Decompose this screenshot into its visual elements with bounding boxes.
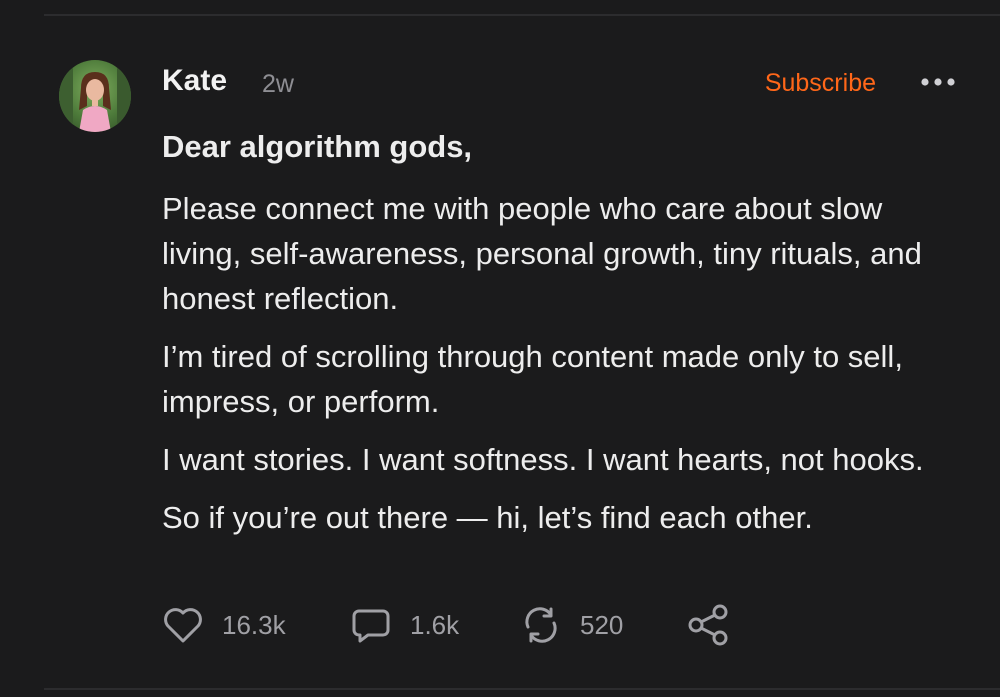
post-header: Kate 2w Subscribe <box>162 62 956 106</box>
post-paragraph: So if you’re out there — hi, let’s find … <box>162 500 813 535</box>
share-button[interactable] <box>687 603 731 647</box>
post-paragraph: I’m tired of scrolling through content m… <box>162 339 903 419</box>
share-icon <box>688 604 728 646</box>
comment-button[interactable]: 1.6k <box>350 603 459 647</box>
avatar[interactable] <box>59 60 131 132</box>
post-body: Dear algorithm gods, Please connect me w… <box>162 124 962 553</box>
more-icon[interactable] <box>920 74 956 90</box>
like-count: 16.3k <box>222 609 286 640</box>
comment-count: 1.6k <box>410 609 460 640</box>
post-paragraph: I want stories. I want softness. I want … <box>162 442 924 477</box>
author-name[interactable]: Kate <box>162 64 227 98</box>
bottom-divider <box>44 688 1000 690</box>
top-divider <box>44 14 1000 16</box>
restack-count: 520 <box>580 609 624 640</box>
post-timestamp: 2w <box>262 70 294 98</box>
comment-icon <box>352 609 390 643</box>
heart-icon <box>164 608 202 643</box>
post-greeting: Dear algorithm gods, <box>162 129 473 164</box>
restack-icon <box>525 607 557 643</box>
restack-button[interactable]: 520 <box>520 603 623 647</box>
like-button[interactable]: 16.3k <box>162 603 286 647</box>
post-paragraph: Please connect me with people who care a… <box>162 191 922 316</box>
subscribe-button[interactable]: Subscribe <box>765 69 876 98</box>
